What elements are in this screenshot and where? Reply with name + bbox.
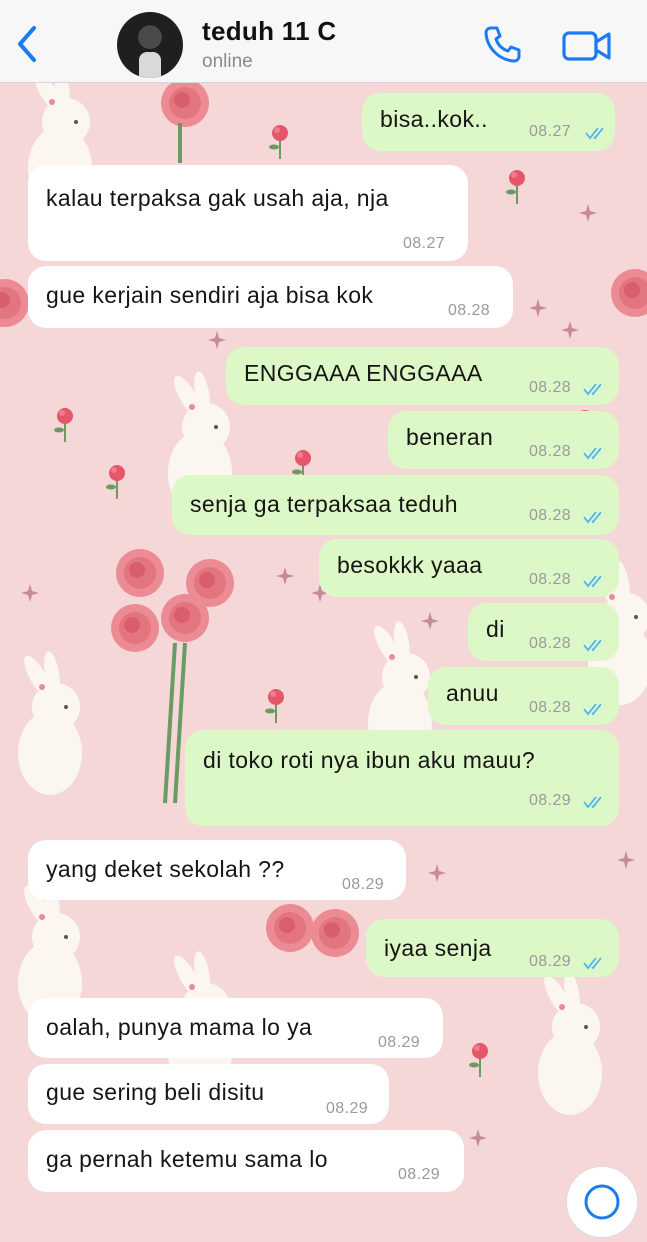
avatar[interactable] xyxy=(117,12,183,78)
contact-status: online xyxy=(202,51,253,72)
message-time: 08.28 xyxy=(529,699,572,716)
double-check-icon xyxy=(583,511,602,524)
message-time: 08.28 xyxy=(529,507,572,524)
message-text: ga pernah ketemu sama lo xyxy=(46,1146,328,1172)
message-bubble-incoming[interactable]: ga pernah ketemu sama lo 08.29 xyxy=(28,1130,464,1192)
message-time: 08.28 xyxy=(529,571,572,588)
message-text: iyaa senja xyxy=(384,935,492,961)
message-bubble-outgoing[interactable]: di toko roti nya ibun aku mauu? 08.29 xyxy=(185,730,619,826)
message-bubble-outgoing[interactable]: senja ga terpaksaa teduh 08.28 xyxy=(172,475,619,535)
message-text: beneran xyxy=(406,424,494,450)
message-bubble-incoming[interactable]: kalau terpaksa gak usah aja, nja 08.27 xyxy=(28,165,468,261)
message-text: di xyxy=(486,616,505,642)
message-text: oalah, punya mama lo ya xyxy=(46,1014,313,1040)
double-check-icon xyxy=(583,575,602,588)
voice-call-button[interactable] xyxy=(482,24,522,64)
message-time: 08.29 xyxy=(398,1166,441,1183)
chat-header: teduh 11 C online xyxy=(0,0,647,83)
message-time: 08.29 xyxy=(342,876,385,893)
message-time: 08.29 xyxy=(529,953,572,970)
back-button[interactable] xyxy=(12,24,42,64)
message-bubble-incoming[interactable]: oalah, punya mama lo ya 08.29 xyxy=(28,998,443,1058)
back-chevron-icon xyxy=(18,26,36,62)
double-check-icon xyxy=(583,957,602,970)
message-text: ENGGAAA ENGGAAA xyxy=(244,360,483,386)
message-time: 08.29 xyxy=(378,1034,421,1051)
video-camera-icon xyxy=(562,31,611,61)
message-time: 08.29 xyxy=(326,1100,369,1117)
scroll-down-button[interactable] xyxy=(566,1166,638,1238)
double-check-icon xyxy=(583,383,602,396)
message-bubble-outgoing[interactable]: iyaa senja 08.29 xyxy=(366,919,619,977)
message-text: anuu xyxy=(446,680,499,706)
double-check-icon xyxy=(583,639,602,652)
phone-icon xyxy=(484,26,521,63)
message-bubble-outgoing[interactable]: bisa..kok.. 08.27 xyxy=(362,93,615,151)
message-bubble-incoming[interactable]: gue sering beli disitu 08.29 xyxy=(28,1064,389,1124)
double-check-icon xyxy=(583,796,602,809)
scroll-down-icon xyxy=(584,1184,620,1220)
message-text: bisa..kok.. xyxy=(380,106,488,132)
message-time: 08.28 xyxy=(448,302,491,319)
double-check-icon xyxy=(583,703,602,716)
message-time: 08.28 xyxy=(529,443,572,460)
double-check-icon xyxy=(585,127,604,140)
message-text: kalau terpaksa gak usah aja, nja xyxy=(46,185,389,211)
message-time: 08.27 xyxy=(529,123,572,140)
message-bubble-outgoing[interactable]: di 08.28 xyxy=(468,603,619,661)
message-time: 08.29 xyxy=(529,792,572,809)
message-text: senja ga terpaksaa teduh xyxy=(190,491,458,517)
message-bubble-outgoing[interactable]: beneran 08.28 xyxy=(388,411,619,469)
message-text: di toko roti nya ibun aku mauu? xyxy=(203,747,536,773)
double-check-icon xyxy=(583,447,602,460)
message-text: besokkk yaaa xyxy=(337,552,483,578)
message-bubble-outgoing[interactable]: besokkk yaaa 08.28 xyxy=(319,539,619,597)
message-time: 08.27 xyxy=(403,235,446,252)
message-text: gue kerjain sendiri aja bisa kok xyxy=(46,282,374,308)
message-bubble-outgoing[interactable]: anuu 08.28 xyxy=(428,667,619,725)
message-time: 08.28 xyxy=(529,379,572,396)
message-text: gue sering beli disitu xyxy=(46,1079,265,1105)
message-list[interactable]: bisa..kok.. 08.27 kalau terpaksa gak usa… xyxy=(0,83,647,1200)
message-text: yang deket sekolah ?? xyxy=(46,856,285,882)
message-bubble-outgoing[interactable]: ENGGAAA ENGGAAA 08.28 xyxy=(226,347,619,405)
message-bubble-incoming[interactable]: yang deket sekolah ?? 08.29 xyxy=(28,840,406,900)
contact-name[interactable]: teduh 11 C xyxy=(202,16,336,47)
message-time: 08.28 xyxy=(529,635,572,652)
video-call-button[interactable] xyxy=(561,28,613,64)
message-bubble-incoming[interactable]: gue kerjain sendiri aja bisa kok 08.28 xyxy=(28,266,513,328)
